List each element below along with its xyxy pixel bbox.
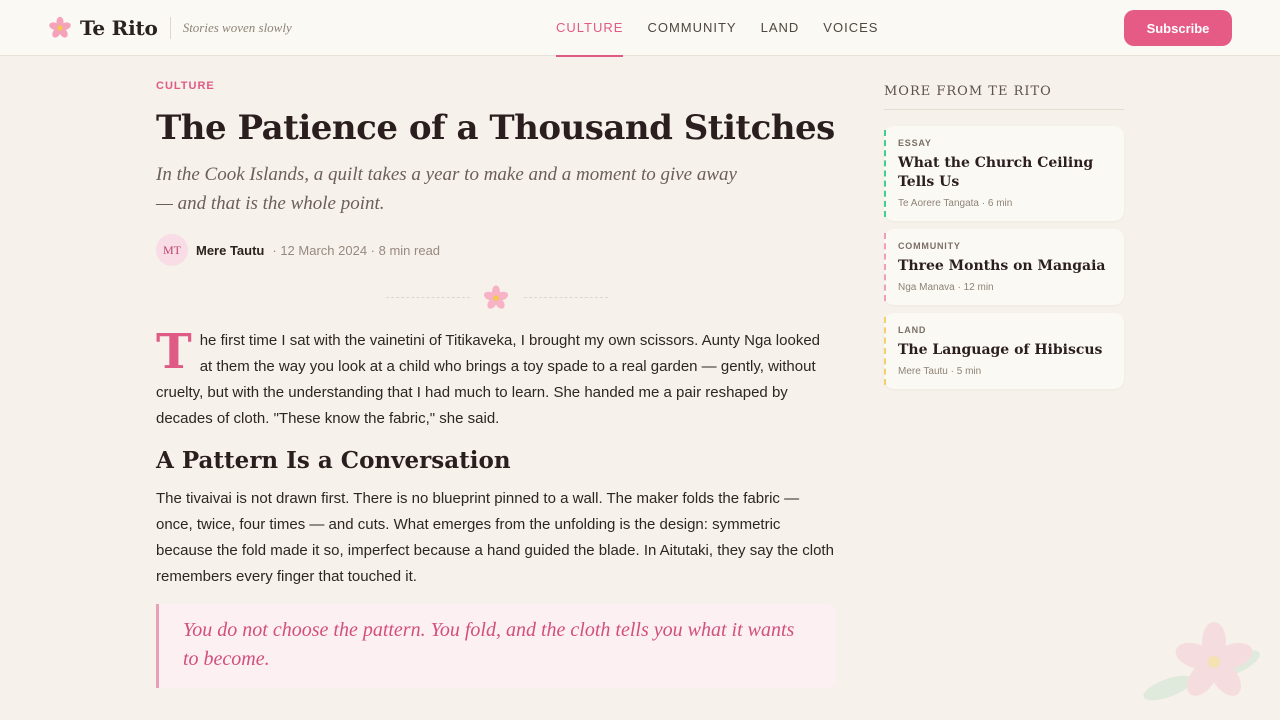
card-tag: LAND: [898, 325, 927, 335]
brand-name: Te Rito: [80, 16, 158, 40]
flower-logo-icon: [48, 16, 72, 40]
nav-item-community[interactable]: COMMUNITY: [647, 0, 736, 56]
author-name[interactable]: Mere Tautu: [196, 243, 264, 258]
flower-icon: [482, 284, 510, 312]
main-nav: CULTURE COMMUNITY LAND VOICES: [556, 0, 902, 57]
article-paragraph: The tivaivai is not drawn first. There i…: [156, 490, 834, 585]
author-avatar[interactable]: MT: [156, 234, 188, 266]
card-title[interactable]: Three Months on Mangaia: [898, 257, 1110, 276]
article-dek: In the Cook Islands, a quilt takes a yea…: [156, 164, 737, 214]
divider-line-right: [524, 297, 608, 298]
nav-item-voices[interactable]: VOICES: [823, 0, 878, 56]
article-meta: · 12 March 2024 · 8 min read: [272, 242, 441, 258]
article-kicker[interactable]: CULTURE: [156, 80, 836, 92]
related-card[interactable]: COMMUNITY Three Months on Mangaia Nga Ma…: [884, 229, 1124, 305]
site-header: Te Rito Stories woven slowly CULTURE COM…: [0, 0, 1280, 57]
article-title: The Patience of a Thousand Stitches: [156, 108, 835, 148]
brand-tagline: Stories woven slowly: [182, 20, 292, 35]
related-card[interactable]: LAND The Language of Hibiscus Mere Tautu…: [884, 313, 1124, 389]
card-tag: ESSAY: [898, 138, 932, 148]
pull-quote: You do not choose the pattern. You fold,…: [156, 604, 836, 688]
sidebar: MORE FROM TE RITO ESSAY What the Church …: [884, 80, 1124, 389]
card-meta: Mere Tautu · 5 min: [898, 366, 982, 377]
nav-item-land[interactable]: LAND: [761, 0, 800, 56]
sidebar-heading: MORE FROM TE RITO: [884, 84, 1124, 110]
paragraph-text: he first time I sat with the vainetini o…: [156, 332, 820, 427]
card-tag: COMMUNITY: [898, 241, 961, 251]
card-meta: Te Aorere Tangata · 6 min: [898, 198, 1013, 209]
brand[interactable]: Te Rito Stories woven slowly: [48, 14, 292, 42]
card-title[interactable]: What the Church Ceiling Tells Us: [898, 154, 1110, 192]
article-paragraph: The first time I sat with the vainetini …: [156, 328, 836, 432]
divider-line-left: [386, 297, 470, 298]
related-card[interactable]: ESSAY What the Church Ceiling Tells Us T…: [884, 126, 1124, 221]
pull-quote-text: You do not choose the pattern. You fold,…: [183, 619, 795, 670]
brand-separator: [169, 17, 171, 39]
drop-cap: T: [156, 324, 192, 380]
decorative-hibiscus-icon: [1128, 620, 1268, 720]
nav-item-culture[interactable]: CULTURE: [556, 0, 624, 57]
card-title[interactable]: The Language of Hibiscus: [898, 341, 1110, 360]
section-heading: A Pattern Is a Conversation: [156, 447, 511, 474]
card-meta: Nga Manava · 12 min: [898, 282, 994, 293]
section-divider: [156, 284, 836, 312]
subscribe-button[interactable]: Subscribe: [1124, 10, 1232, 46]
byline: MT Mere Tautu · 12 March 2024 · 8 min re…: [156, 234, 836, 266]
article: CULTURE The Patience of a Thousand Stitc…: [156, 80, 836, 688]
